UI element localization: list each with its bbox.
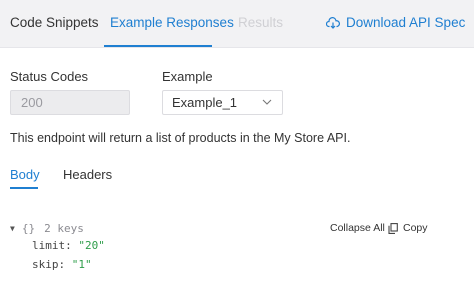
json-value: "1" xyxy=(71,258,92,271)
json-entry: limit: "20" xyxy=(32,239,105,252)
endpoint-description: This endpoint will return a list of prod… xyxy=(10,131,351,145)
collapse-all-button[interactable]: Collapse All xyxy=(330,222,385,234)
chevron-down-icon xyxy=(262,99,272,105)
tab-code-snippets[interactable]: Code Snippets xyxy=(10,15,99,30)
top-tab-bar: Code Snippets Example Responses Results … xyxy=(0,0,474,48)
example-select[interactable]: Example_1 xyxy=(162,90,283,115)
json-key: skip: xyxy=(32,258,66,271)
json-braces: {} xyxy=(21,222,36,235)
copy-icon xyxy=(388,222,398,234)
json-key: limit: xyxy=(32,239,72,252)
status-code-field[interactable]: 200 xyxy=(10,90,130,115)
example-label: Example xyxy=(162,69,213,84)
copy-label: Copy xyxy=(403,222,428,234)
tab-results[interactable]: Results xyxy=(238,15,283,30)
cloud-download-icon xyxy=(326,16,340,29)
example-select-value: Example_1 xyxy=(172,95,238,110)
copy-button[interactable]: Copy xyxy=(388,222,428,234)
json-entry: skip: "1" xyxy=(32,258,92,271)
tab-body[interactable]: Body xyxy=(10,167,40,182)
caret-down-icon: ▼ xyxy=(10,224,15,233)
json-key-count: 2 keys xyxy=(44,222,84,235)
json-value: "20" xyxy=(78,239,105,252)
status-codes-label: Status Codes xyxy=(10,69,89,84)
active-subtab-indicator xyxy=(10,187,38,189)
json-root-toggle[interactable]: ▼ {} 2 keys xyxy=(10,222,84,235)
tab-example-responses[interactable]: Example Responses xyxy=(110,15,234,30)
tab-headers[interactable]: Headers xyxy=(63,167,112,182)
active-tab-indicator xyxy=(104,45,212,47)
download-label: Download API Spec xyxy=(346,15,466,30)
download-api-spec-button[interactable]: Download API Spec xyxy=(326,15,465,30)
